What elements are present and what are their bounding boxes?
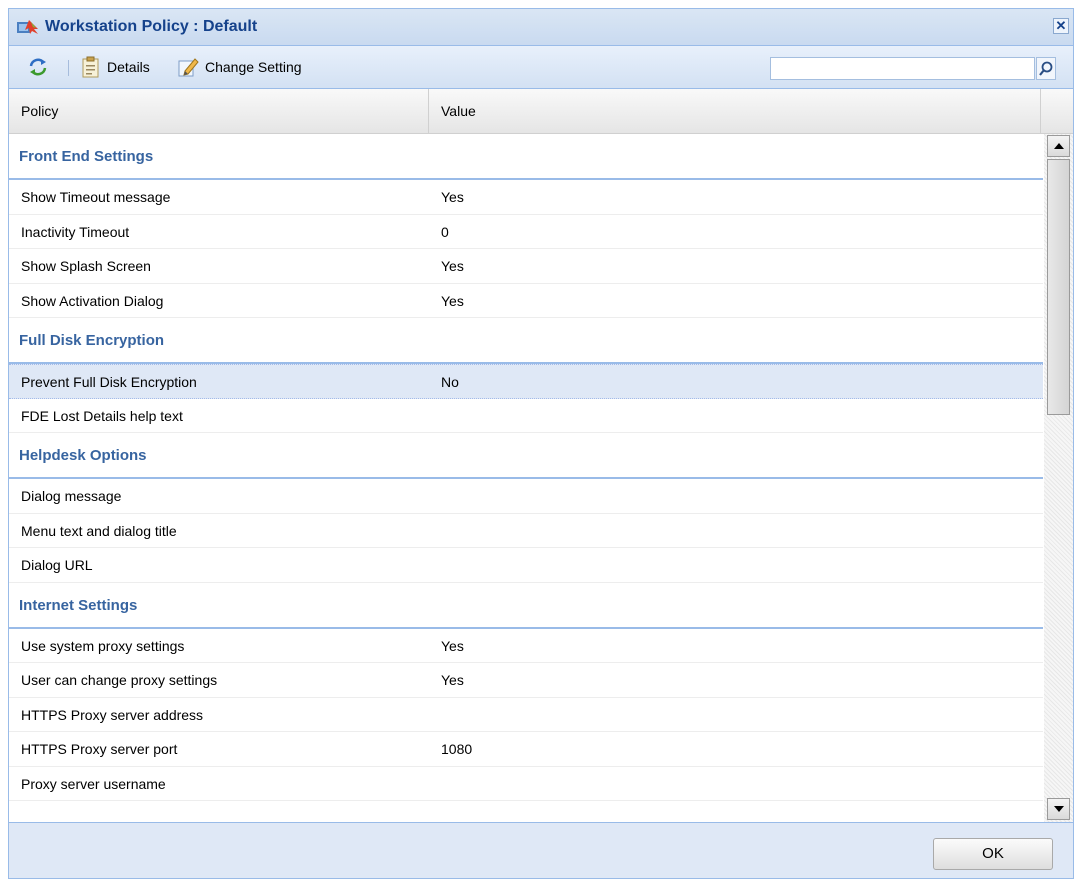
magnifier-icon	[1039, 61, 1053, 76]
policy-cell: Proxy server username	[21, 775, 166, 792]
policy-cell: Inactivity Timeout	[21, 223, 130, 240]
table-row[interactable]: HTTPS Proxy server port 1080	[9, 732, 1043, 767]
refresh-button[interactable]	[27, 55, 49, 79]
arrow-up-icon	[1053, 143, 1064, 149]
search-button[interactable]	[1036, 57, 1056, 80]
policy-cell: Dialog message	[21, 488, 122, 504]
table-row[interactable]: HTTPS Proxy server address	[9, 698, 1043, 732]
policy-cell: HTTPS Proxy server address	[21, 706, 204, 723]
table-row[interactable]: Use system proxy settings Yes	[9, 629, 1043, 663]
policy-cell: Dialog URL	[21, 557, 93, 573]
table-row[interactable]: User can change proxy settings Yes	[9, 663, 1043, 698]
refresh-icon	[29, 58, 47, 76]
table-row[interactable]: Dialog URL	[9, 548, 1043, 583]
grid-body: Front End Settings Show Timeout message Ye…	[9, 134, 1043, 822]
table-row[interactable]: Menu text and dialog title	[9, 514, 1043, 548]
table-row[interactable]: Proxy server username	[9, 767, 1043, 801]
scrollbar-thumb[interactable]	[1047, 159, 1070, 415]
toolbar: Details Change Setting	[9, 46, 1073, 89]
vertical-scrollbar[interactable]	[1044, 134, 1073, 822]
scroll-up-button[interactable]	[1047, 135, 1070, 157]
value-cell: Yes	[441, 292, 464, 309]
value-cell: Yes	[441, 637, 464, 654]
policy-cell: Use system proxy settings	[21, 637, 185, 654]
column-header-value[interactable]: Value	[429, 89, 1041, 133]
ok-button[interactable]: OK	[933, 838, 1053, 870]
toolbar-separator	[68, 60, 69, 76]
grid-header: Policy Value	[9, 89, 1073, 134]
table-row[interactable]: Prevent Full Disk Encryption No	[9, 364, 1043, 399]
column-header-policy[interactable]: Policy	[9, 89, 429, 133]
arrow-down-icon	[1053, 806, 1064, 812]
edit-icon	[178, 58, 199, 77]
details-label: Details	[107, 59, 150, 75]
policy-cell: User can change proxy settings	[21, 672, 218, 688]
table-row[interactable]: Show Splash Screen Yes	[9, 249, 1043, 284]
value-cell: Yes	[441, 672, 464, 688]
policy-window: Workstation Policy : Default ✕ Details C…	[8, 8, 1074, 879]
value-cell: Yes	[441, 189, 464, 205]
search-input[interactable]	[770, 57, 1035, 80]
title-bar: Workstation Policy : Default ✕	[9, 9, 1073, 46]
policy-cell: Show Timeout message	[21, 189, 171, 205]
policy-cell: Show Activation Dialog	[21, 292, 164, 309]
group-header[interactable]: Full Disk Encryption	[9, 318, 1043, 364]
change-setting-button[interactable]: Change Setting	[177, 55, 302, 79]
value-cell: No	[441, 374, 459, 390]
window-title: Workstation Policy : Default	[45, 18, 258, 35]
table-row[interactable]: Dialog message	[9, 479, 1043, 514]
policy-icon	[17, 20, 38, 34]
table-row[interactable]: Show Activation Dialog Yes	[9, 284, 1043, 318]
value-cell: 1080	[441, 741, 473, 757]
change-setting-label: Change Setting	[205, 59, 302, 75]
group-header[interactable]: Internet Settings	[9, 583, 1043, 629]
details-icon	[82, 56, 99, 78]
group-header[interactable]: Helpdesk Options	[9, 433, 1043, 479]
table-row[interactable]: FDE Lost Details help text	[9, 399, 1043, 433]
policy-cell: Prevent Full Disk Encryption	[21, 374, 197, 390]
table-row[interactable]: Inactivity Timeout 0	[9, 215, 1043, 249]
value-cell: 0	[441, 223, 449, 240]
policy-cell: HTTPS Proxy server port	[21, 741, 178, 757]
details-button[interactable]: Details	[81, 55, 150, 79]
group-header[interactable]: Front End Settings	[9, 134, 1043, 180]
policy-cell: Show Splash Screen	[21, 258, 151, 274]
scroll-down-button[interactable]	[1047, 798, 1070, 820]
value-cell: Yes	[441, 258, 464, 274]
table-row[interactable]: Show Timeout message Yes	[9, 180, 1043, 215]
policy-cell: Menu text and dialog title	[21, 522, 177, 539]
policy-cell: FDE Lost Details help text	[21, 407, 183, 424]
close-button[interactable]: ✕	[1053, 18, 1069, 34]
policy-grid: Policy Value Front End Settings Show Time…	[9, 89, 1073, 823]
